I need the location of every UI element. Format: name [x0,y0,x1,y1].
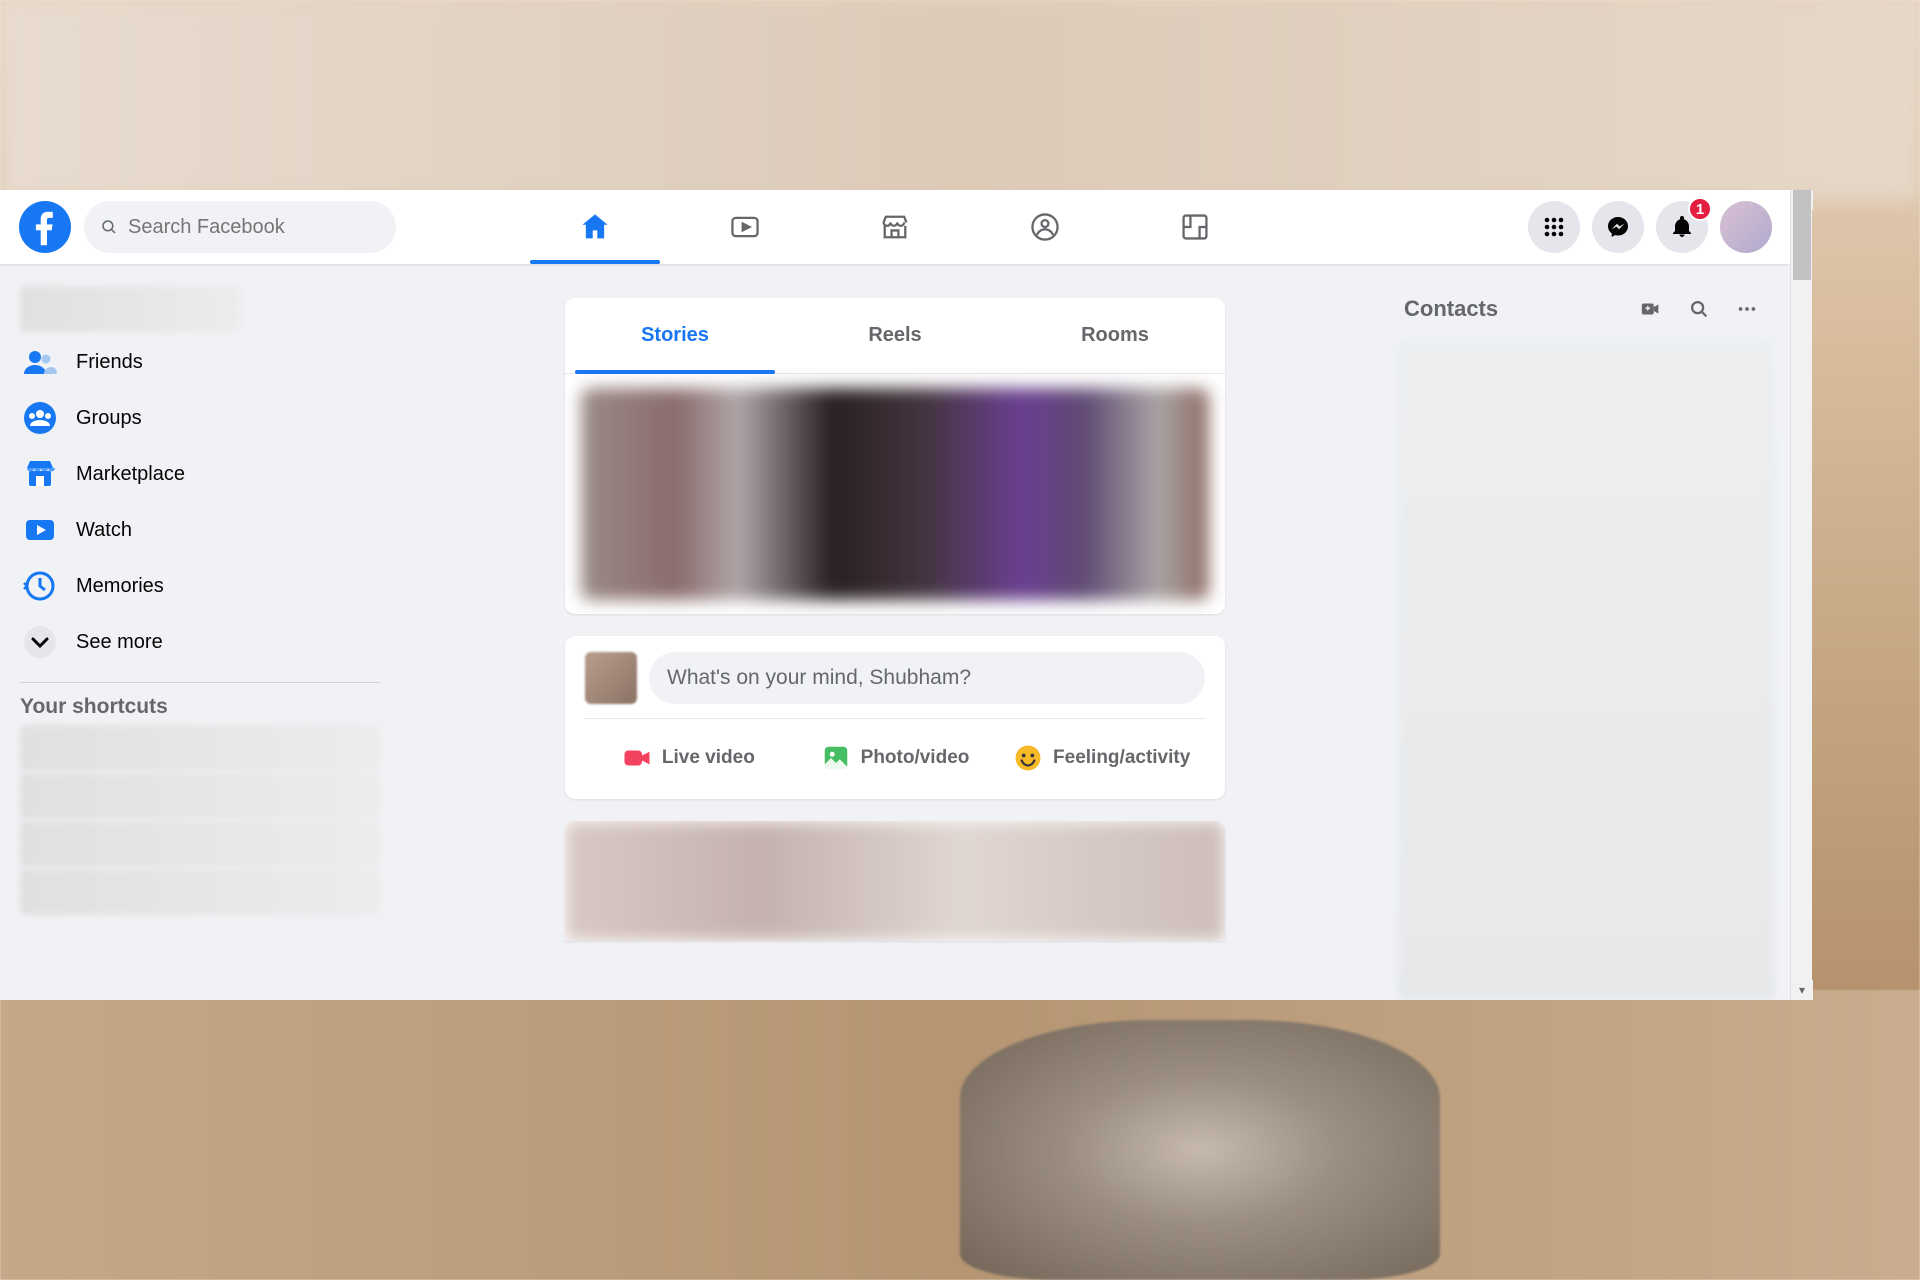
sidebar-label: Memories [76,575,164,598]
sidebar-item-friends[interactable]: Friends [10,334,390,390]
grid-icon [1542,215,1566,239]
top-right-controls: 1 [1528,201,1772,253]
watch-sidebar-icon [20,510,60,550]
contacts-list[interactable] [1398,340,1774,1000]
browser-scrollbar[interactable]: ▴ ▾ [1790,190,1812,1000]
home-icon [579,211,611,243]
search-input[interactable] [128,216,380,239]
photo-video-button[interactable]: Photo/video [792,733,999,783]
shortcuts-heading: Your shortcuts [20,695,380,719]
stories-card: Stories Reels Rooms [565,298,1225,614]
sidebar-label: Watch [76,519,132,542]
contacts-options-button[interactable] [1726,288,1768,330]
sidebar-item-watch[interactable]: Watch [10,502,390,558]
story-thumbnail[interactable] [581,388,1209,600]
groups-icon [1029,211,1061,243]
sidebar-label: Marketplace [76,463,185,486]
action-label: Live video [662,747,755,769]
groups-sidebar-icon [20,398,60,438]
more-icon [1736,298,1758,320]
feeling-activity-button[interactable]: Feeling/activity [998,733,1205,783]
shortcut-item[interactable] [20,725,380,771]
sidebar-item-seemore[interactable]: See more [10,614,390,670]
sidebar-label: Groups [76,407,142,430]
left-sidebar: Friends Groups Marketplace Watch [0,264,400,1000]
notification-badge: 1 [1688,197,1712,221]
nav-gaming[interactable] [1120,190,1270,264]
center-feed: Stories Reels Rooms What's on your mind,… [400,264,1390,1000]
shortcut-item[interactable] [20,821,380,867]
contacts-title: Contacts [1404,296,1624,322]
composer-avatar[interactable] [585,652,637,704]
nav-groups[interactable] [970,190,1120,264]
feed-post[interactable] [565,821,1225,941]
sidebar-item-memories[interactable]: Memories [10,558,390,614]
marketplace-icon [879,211,911,243]
shortcut-item[interactable] [20,773,380,819]
tab-rooms[interactable]: Rooms [1005,298,1225,373]
messenger-button[interactable] [1592,201,1644,253]
story-tabs: Stories Reels Rooms [565,298,1225,374]
scroll-down-icon[interactable]: ▾ [1791,980,1813,1000]
sidebar-item-groups[interactable]: Groups [10,390,390,446]
tab-reels[interactable]: Reels [785,298,1005,373]
facebook-logo-icon [19,201,71,253]
live-video-icon [622,743,652,773]
center-nav [520,190,1270,264]
live-video-button[interactable]: Live video [585,733,792,783]
scrollbar-thumb[interactable] [1793,190,1811,280]
messenger-icon [1606,215,1630,239]
right-sidebar: Contacts [1390,264,1790,1000]
photo-video-icon [821,743,851,773]
search-box[interactable] [84,201,396,253]
search-contacts-button[interactable] [1678,288,1720,330]
search-icon [1688,298,1710,320]
top-bar: 1 [0,190,1790,264]
profile-avatar[interactable] [1720,201,1772,253]
divider [585,718,1205,719]
composer-input[interactable]: What's on your mind, Shubham? [649,652,1205,704]
video-plus-icon [1640,298,1662,320]
post-composer: What's on your mind, Shubham? Live video… [565,636,1225,799]
new-room-button[interactable] [1630,288,1672,330]
friends-icon [20,342,60,382]
chevron-down-icon [20,622,60,662]
nav-marketplace[interactable] [820,190,970,264]
facebook-logo[interactable] [18,200,72,254]
shortcut-item[interactable] [20,869,380,915]
notifications-button[interactable]: 1 [1656,201,1708,253]
tab-stories[interactable]: Stories [565,298,785,373]
nav-watch[interactable] [670,190,820,264]
stories-row[interactable] [565,374,1225,614]
menu-button[interactable] [1528,201,1580,253]
bell-icon [1670,215,1694,239]
sidebar-profile-row[interactable] [20,286,240,332]
feeling-icon [1013,743,1043,773]
composer-actions: Live video Photo/video Feeling/activity [585,733,1205,783]
memories-icon [20,566,60,606]
watch-icon [729,211,761,243]
gaming-icon [1179,211,1211,243]
nav-home[interactable] [520,190,670,264]
sidebar-divider [20,682,380,683]
marketplace-sidebar-icon [20,454,60,494]
sidebar-label: See more [76,631,163,654]
action-label: Photo/video [861,747,970,769]
body: Friends Groups Marketplace Watch [0,264,1790,1000]
sidebar-label: Friends [76,351,143,374]
action-label: Feeling/activity [1053,747,1190,769]
facebook-app-window: 1 Friends Groups [0,190,1790,1000]
search-icon [100,217,118,237]
contacts-header: Contacts [1398,288,1774,334]
sidebar-item-marketplace[interactable]: Marketplace [10,446,390,502]
